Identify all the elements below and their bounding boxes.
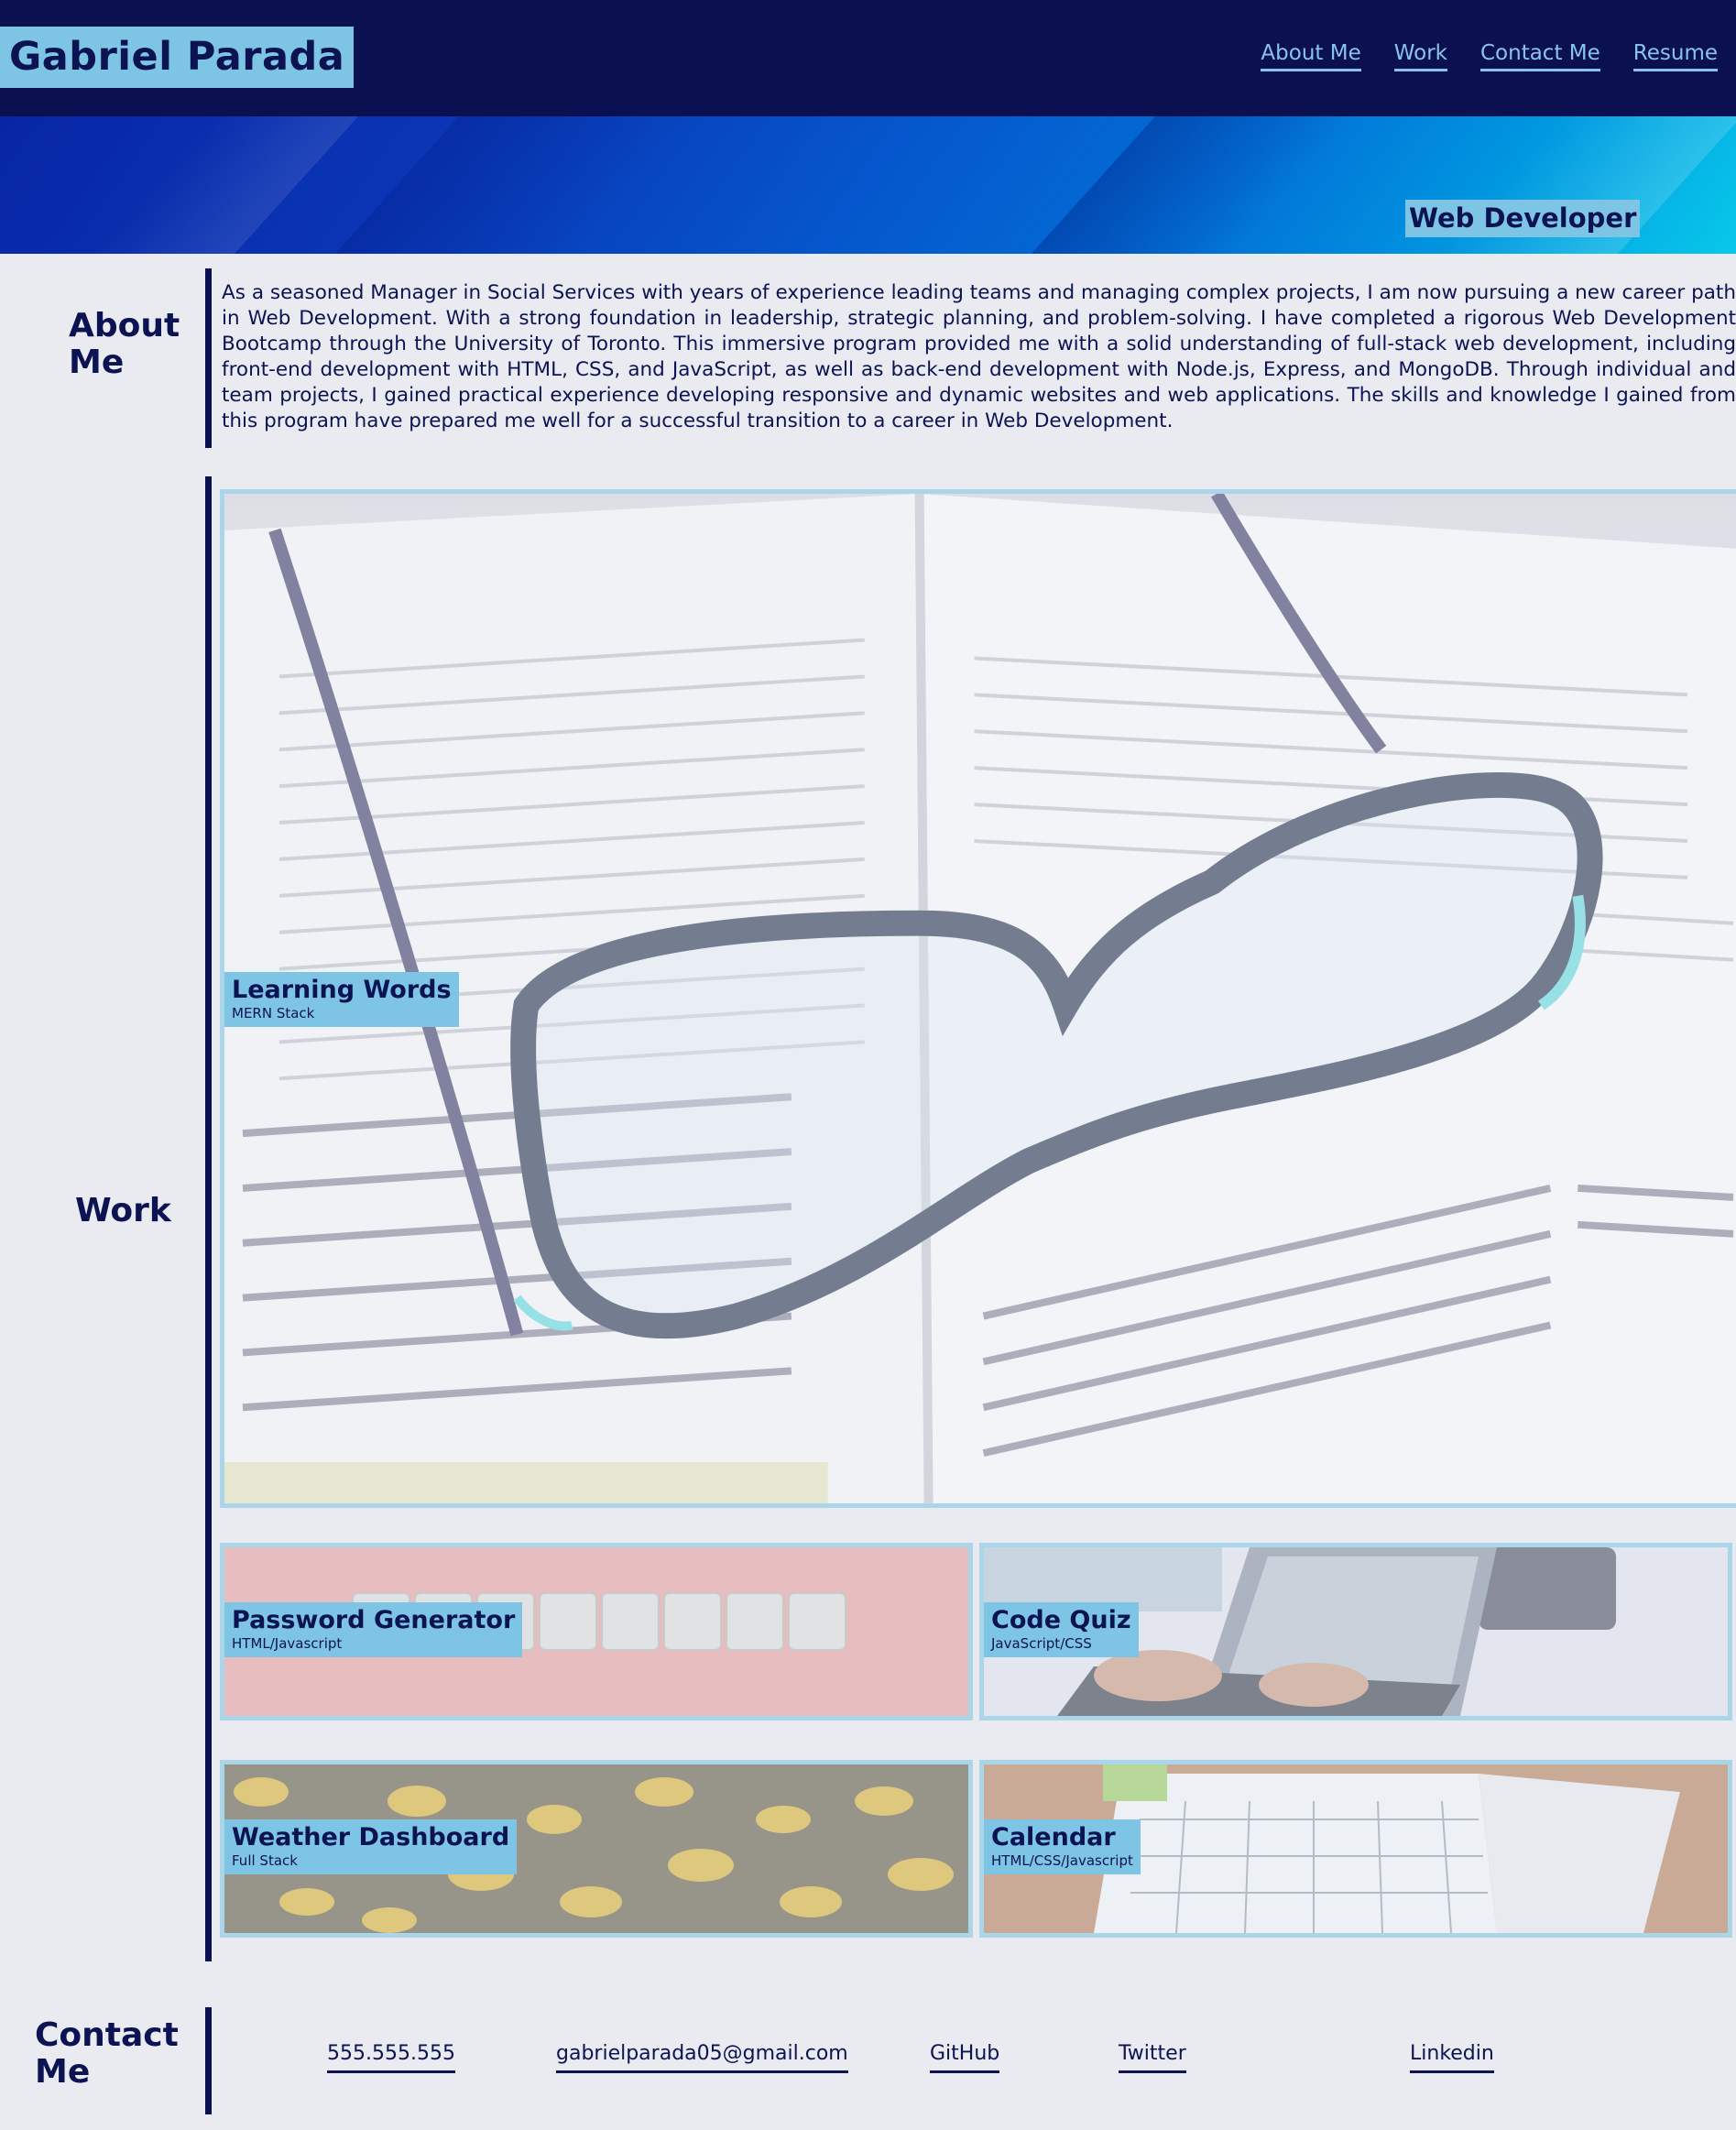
work-heading: Work [75, 1192, 171, 1229]
main-nav: About Me Work Contact Me Resume [1261, 40, 1718, 71]
project-card-password-generator[interactable]: Password Generator HTML/Javascript [220, 1543, 973, 1720]
project-title: Code Quiz [991, 1606, 1131, 1634]
nav-link-about-me[interactable]: About Me [1261, 40, 1361, 71]
site-header: Gabriel Parada About Me Work Contact Me … [0, 0, 1736, 116]
contact-divider [205, 2007, 212, 2114]
project-label: Password Generator HTML/Javascript [224, 1602, 523, 1657]
project-stack: JavaScript/CSS [991, 1635, 1092, 1652]
project-card-code-quiz[interactable]: Code Quiz JavaScript/CSS [979, 1543, 1732, 1720]
role-badge: Web Developer [1405, 200, 1641, 237]
nav-link-work[interactable]: Work [1393, 40, 1447, 71]
project-title: Calendar [991, 1823, 1116, 1851]
contact-email-link[interactable]: gabrielparada05@gmail.com [556, 2041, 848, 2073]
contact-github-link[interactable]: GitHub [930, 2041, 1000, 2073]
project-stack: HTML/CSS/Javascript [991, 1852, 1133, 1869]
contact-heading: Contact Me [35, 2016, 179, 2091]
project-card-calendar[interactable]: Calendar HTML/CSS/Javascript [979, 1760, 1732, 1938]
nav-link-contact-me[interactable]: Contact Me [1479, 40, 1600, 71]
nav-link-resume[interactable]: Resume [1632, 40, 1718, 71]
hero-streak [956, 116, 1407, 254]
work-divider [205, 476, 212, 1961]
contact-phone-link[interactable]: 555.555.555 [327, 2041, 455, 2073]
project-stack: Full Stack [232, 1852, 298, 1869]
contact-linkedin-link[interactable]: Linkedin [1410, 2041, 1494, 2073]
project-card-weather-dashboard[interactable]: Weather Dashboard Full Stack [220, 1760, 973, 1938]
project-label: Learning Words MERN Stack [224, 972, 459, 1027]
project-label: Code Quiz JavaScript/CSS [984, 1602, 1139, 1657]
about-divider [205, 268, 212, 448]
project-title: Weather Dashboard [232, 1823, 510, 1851]
project-title: Learning Words [232, 976, 452, 1004]
hero-streak [13, 116, 409, 254]
about-heading: About Me [69, 307, 180, 381]
contact-twitter-link[interactable]: Twitter [1119, 2041, 1186, 2073]
project-label: Weather Dashboard Full Stack [224, 1819, 518, 1874]
about-text: As a seasoned Manager in Social Services… [222, 281, 1736, 432]
project-title: Password Generator [232, 1606, 516, 1634]
project-stack: MERN Stack [232, 1005, 315, 1021]
hero-banner: Web Developer [0, 116, 1736, 254]
project-card-learning-words[interactable]: Learning Words MERN Stack [220, 489, 1736, 1508]
project-label: Calendar HTML/CSS/Javascript [984, 1819, 1141, 1874]
site-title[interactable]: Gabriel Parada [0, 27, 355, 88]
project-stack: HTML/Javascript [232, 1635, 343, 1652]
